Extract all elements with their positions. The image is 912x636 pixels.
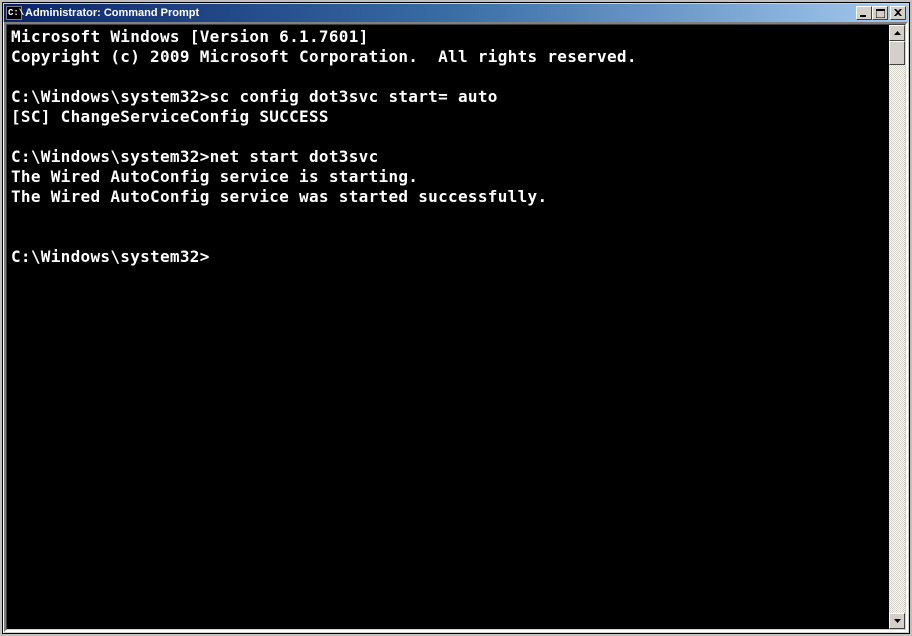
- command-prompt-window: C:\. Administrator: Command Prompt Micro…: [2, 2, 910, 634]
- scroll-down-button[interactable]: [889, 613, 905, 629]
- system-menu-icon[interactable]: C:\.: [6, 6, 22, 20]
- client-area-border: Microsoft Windows [Version 6.1.7601] Cop…: [4, 22, 908, 632]
- scroll-up-button[interactable]: [889, 25, 905, 41]
- client-area: Microsoft Windows [Version 6.1.7601] Cop…: [6, 24, 906, 630]
- close-button[interactable]: [890, 6, 906, 20]
- titlebar[interactable]: C:\. Administrator: Command Prompt: [3, 3, 909, 22]
- minimize-button[interactable]: [856, 6, 872, 20]
- scroll-track[interactable]: [889, 41, 905, 613]
- scroll-thumb[interactable]: [889, 41, 905, 65]
- console-output[interactable]: Microsoft Windows [Version 6.1.7601] Cop…: [7, 25, 889, 629]
- window-buttons: [856, 6, 906, 20]
- window-title: Administrator: Command Prompt: [25, 7, 856, 19]
- maximize-button[interactable]: [872, 6, 888, 20]
- vertical-scrollbar[interactable]: [889, 25, 905, 629]
